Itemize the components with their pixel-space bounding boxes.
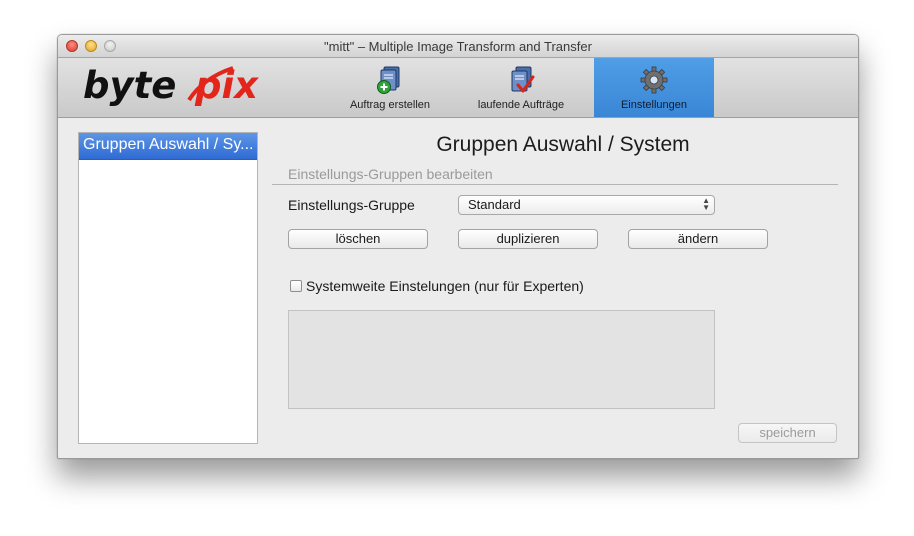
toolbar: byte pix Auftrag erstellen laufende Auft…	[58, 58, 858, 118]
updown-arrows-icon: ▲ ▼	[702, 196, 710, 212]
toolbar-button-label: Auftrag erstellen	[349, 99, 431, 111]
change-button[interactable]: ändern	[628, 229, 768, 249]
toolbar-create-order-button[interactable]: Auftrag erstellen	[330, 58, 450, 117]
logo-text-byte: byte	[83, 64, 176, 107]
app-window: "mitt" – Multiple Image Transform and Tr…	[57, 34, 859, 459]
settings-text-area[interactable]	[288, 310, 715, 409]
page-title: Gruppen Auswahl / System	[436, 133, 690, 156]
gear-icon	[640, 66, 668, 94]
section-label: Einstellungs-Gruppen bearbeiten	[288, 166, 493, 182]
toolbar-settings-button[interactable]: Einstellungen	[594, 58, 714, 117]
toolbar-running-orders-button[interactable]: laufende Aufträge	[461, 58, 581, 117]
section-divider	[272, 184, 838, 185]
delete-button[interactable]: löschen	[288, 229, 428, 249]
checked-documents-icon	[511, 66, 535, 93]
systemwide-settings-label: Systemweite Einstelungen (nur für Expert…	[306, 278, 584, 294]
bytepix-logo: byte pix	[83, 64, 259, 107]
settings-group-label: Einstellungs-Gruppe	[288, 197, 415, 213]
settings-group-select[interactable]: Standard ▲ ▼	[458, 195, 715, 215]
settings-group-list[interactable]: Gruppen Auswahl / Sy...	[78, 132, 258, 444]
systemwide-settings-checkbox[interactable]	[290, 280, 302, 292]
title-bar[interactable]: "mitt" – Multiple Image Transform and Tr…	[58, 35, 858, 58]
sidebar-item-group-selection[interactable]: Gruppen Auswahl / Sy...	[79, 133, 257, 160]
add-document-icon	[377, 66, 400, 94]
toolbar-button-label: laufende Aufträge	[477, 99, 565, 111]
save-button[interactable]: speichern	[738, 423, 837, 443]
toolbar-button-label: Einstellungen	[620, 99, 688, 111]
duplicate-button[interactable]: duplizieren	[458, 229, 598, 249]
systemwide-settings-row[interactable]: Systemweite Einstelungen (nur für Expert…	[290, 278, 584, 294]
window-title: "mitt" – Multiple Image Transform and Tr…	[324, 39, 592, 54]
settings-group-value: Standard	[468, 197, 521, 212]
